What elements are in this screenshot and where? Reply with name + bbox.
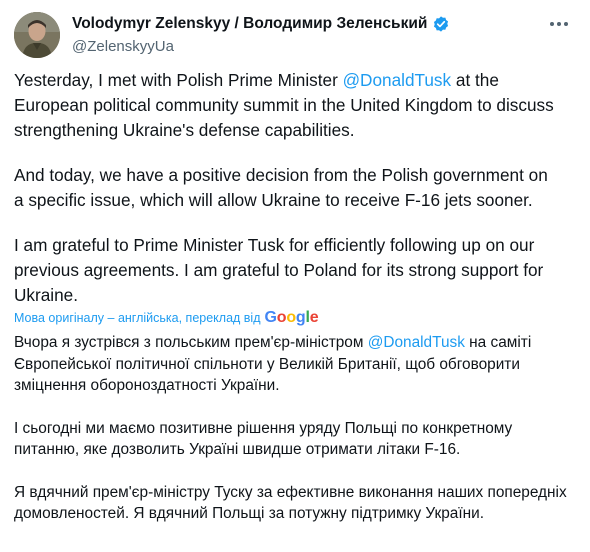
tweet-text-translated: Вчора я зустрівся з польським прем'єр-мі… [14,332,574,546]
author-handle[interactable]: @ZelenskyyUa [72,38,450,55]
author-display-name[interactable]: Volodymyr Zelenskyy / Володимир Зеленськ… [72,15,427,33]
tweet-header: Volodymyr Zelenskyy / Володимир Зеленськ… [14,12,576,62]
translation-attribution: Мова оригіналу – англійська, переклад ві… [14,309,319,327]
original-paragraph-3: I am grateful to Prime Minister Tusk for… [14,235,544,305]
translated-mention-link[interactable]: @DonaldTusk [368,334,465,351]
tweet-card: Volodymyr Zelenskyy / Володимир Зеленськ… [0,0,590,552]
translated-p1-before: Вчора я зустрівся з польським прем'єр-мі… [14,334,368,351]
avatar[interactable] [14,12,60,58]
translated-paragraph-1: Вчора я зустрівся з польським прем'єр-мі… [14,332,574,397]
original-paragraph-2: And today, we have a positive decision f… [14,165,548,210]
verified-badge-icon [432,15,450,33]
more-horizontal-icon[interactable] [546,14,572,34]
author-names: Volodymyr Zelenskyy / Володимир Зеленськ… [72,15,450,55]
translated-paragraph-2: І сьогодні ми маємо позитивне рішення ур… [14,419,513,459]
mention-link[interactable]: @DonaldTusk [343,70,452,90]
original-p1-before: Yesterday, I met with Polish Prime Minis… [14,70,343,90]
original-paragraph-1: Yesterday, I met with Polish Prime Minis… [14,68,562,143]
display-name-row: Volodymyr Zelenskyy / Володимир Зеленськ… [72,15,450,33]
tweet-text-original: Yesterday, I met with Polish Prime Minis… [14,68,562,328]
translated-paragraph-3: Я вдячний прем'єр-міністру Туску за ефек… [14,483,567,523]
google-logo: Google [264,309,319,326]
translation-label-link[interactable]: Мова оригіналу – англійська, переклад ві… [14,311,261,325]
